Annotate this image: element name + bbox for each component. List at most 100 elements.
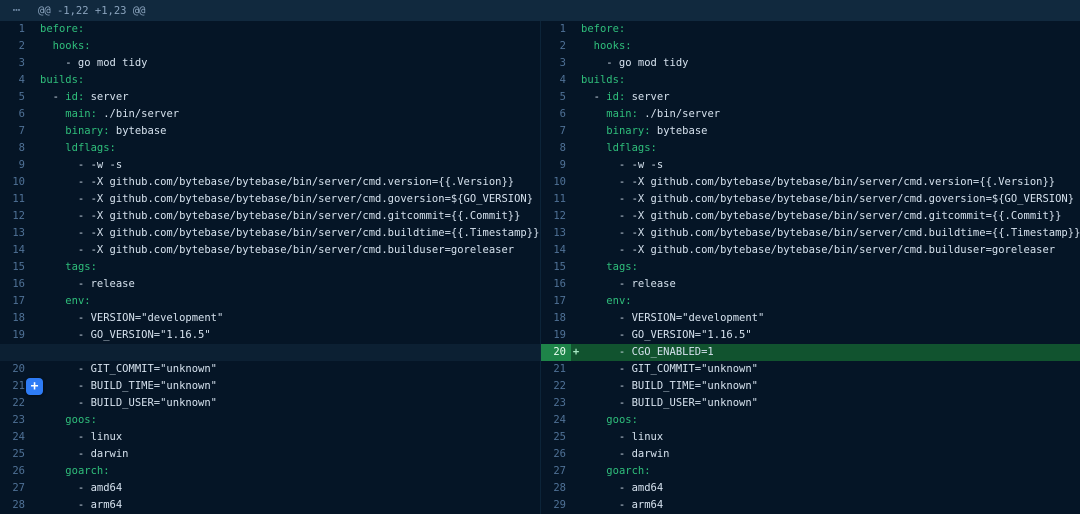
line-number[interactable]: 23 [541,395,571,412]
code-token: - release [581,278,676,290]
line-number[interactable]: 25 [0,446,30,463]
line-number[interactable]: 14 [541,242,571,259]
code-token [40,414,65,426]
code-line: - BUILD_USER="unknown" [581,395,1080,412]
diff-marker [30,174,40,191]
diff-marker [30,191,40,208]
line-number[interactable]: 2 [0,38,30,55]
diff-marker [571,242,581,259]
diff-marker [571,276,581,293]
line-number[interactable]: 18 [541,310,571,327]
line-number[interactable]: 29 [541,497,571,514]
line-number[interactable]: 8 [0,140,30,157]
line-number[interactable]: 24 [0,429,30,446]
diff-marker [30,89,40,106]
diff-marker [30,38,40,55]
diff-row: 12 - -X github.com/bytebase/bytebase/bin… [0,208,540,225]
code-token: server [625,91,669,103]
line-number[interactable]: 6 [0,106,30,123]
yaml-key-token: env: [606,295,631,307]
diff-marker [30,463,40,480]
line-number[interactable]: 10 [541,174,571,191]
yaml-key-token: binary: [65,125,109,137]
code-token: ./bin/server [97,108,179,120]
line-number[interactable]: 25 [541,429,571,446]
diff-row: 23 goos: [0,412,540,429]
line-number[interactable]: 11 [0,191,30,208]
add-comment-button[interactable]: + [26,378,43,395]
diff-row: 28 - arm64 [0,497,540,514]
line-number[interactable]: 22 [541,378,571,395]
diff-row: 18 - VERSION="development" [541,310,1080,327]
diff-marker [571,123,581,140]
line-number[interactable]: 13 [0,225,30,242]
code-token: - amd64 [581,482,663,494]
line-number[interactable]: 5 [0,89,30,106]
line-number[interactable]: 4 [0,72,30,89]
code-line: env: [40,293,540,310]
yaml-key-token: hooks: [53,40,91,52]
diff-row: 5 - id: server [541,89,1080,106]
line-number[interactable]: 16 [0,276,30,293]
line-number[interactable]: 28 [541,480,571,497]
code-line: - BUILD_TIME="unknown" [581,378,1080,395]
line-number[interactable]: 21 [541,361,571,378]
diff-row: 6 main: ./bin/server [0,106,540,123]
line-number[interactable]: 26 [0,463,30,480]
line-number[interactable]: 10 [0,174,30,191]
code-token [40,125,65,137]
code-token: ./bin/server [638,108,720,120]
line-number[interactable]: 13 [541,225,571,242]
line-number[interactable]: 27 [541,463,571,480]
diff-row: 16 - release [0,276,540,293]
diff-row: 11 - -X github.com/bytebase/bytebase/bin… [541,191,1080,208]
line-number[interactable]: 16 [541,276,571,293]
line-number[interactable]: 20 [0,361,30,378]
code-token: - -X github.com/bytebase/bytebase/bin/se… [40,227,539,239]
code-line: - VERSION="development" [40,310,540,327]
diff-row: 17 env: [541,293,1080,310]
line-number[interactable]: 12 [541,208,571,225]
line-number[interactable]: 8 [541,140,571,157]
line-number[interactable]: 3 [0,55,30,72]
code-line: - linux [581,429,1080,446]
line-number[interactable]: 14 [0,242,30,259]
line-number[interactable]: 9 [0,157,30,174]
line-number[interactable]: 12 [0,208,30,225]
line-number[interactable]: 4 [541,72,571,89]
code-token: bytebase [651,125,708,137]
line-number[interactable]: 23 [0,412,30,429]
line-number[interactable]: 2 [541,38,571,55]
diff-row: 7 binary: bytebase [541,123,1080,140]
line-number[interactable]: 20 [541,344,571,361]
line-number[interactable]: 17 [541,293,571,310]
line-number[interactable]: 22 [0,395,30,412]
code-token [40,465,65,477]
line-number[interactable]: 1 [541,21,571,38]
code-line: before: [581,21,1080,38]
line-number[interactable]: 19 [541,327,571,344]
line-number[interactable]: 1 [0,21,30,38]
line-number[interactable]: 7 [0,123,30,140]
yaml-key-token: id: [606,91,625,103]
line-number[interactable]: 28 [0,497,30,514]
expand-context-icon[interactable]: ⋯ [0,3,34,18]
diff-row: 1before: [0,21,540,38]
line-number[interactable]: 5 [541,89,571,106]
line-number[interactable]: 24 [541,412,571,429]
line-number[interactable]: 15 [541,259,571,276]
diff-split-view: 1before:2 hooks:3 - go mod tidy4builds:5… [0,21,1080,514]
diff-row: 9 - -w -s [541,157,1080,174]
line-number[interactable]: 6 [541,106,571,123]
line-number[interactable]: 15 [0,259,30,276]
line-number[interactable]: 26 [541,446,571,463]
line-number[interactable]: 17 [0,293,30,310]
line-number[interactable]: 7 [541,123,571,140]
line-number[interactable]: 18 [0,310,30,327]
line-number[interactable]: 19 [0,327,30,344]
diff-row: 26 - darwin [541,446,1080,463]
line-number[interactable]: 9 [541,157,571,174]
line-number[interactable]: 27 [0,480,30,497]
line-number[interactable]: 3 [541,55,571,72]
line-number[interactable]: 11 [541,191,571,208]
